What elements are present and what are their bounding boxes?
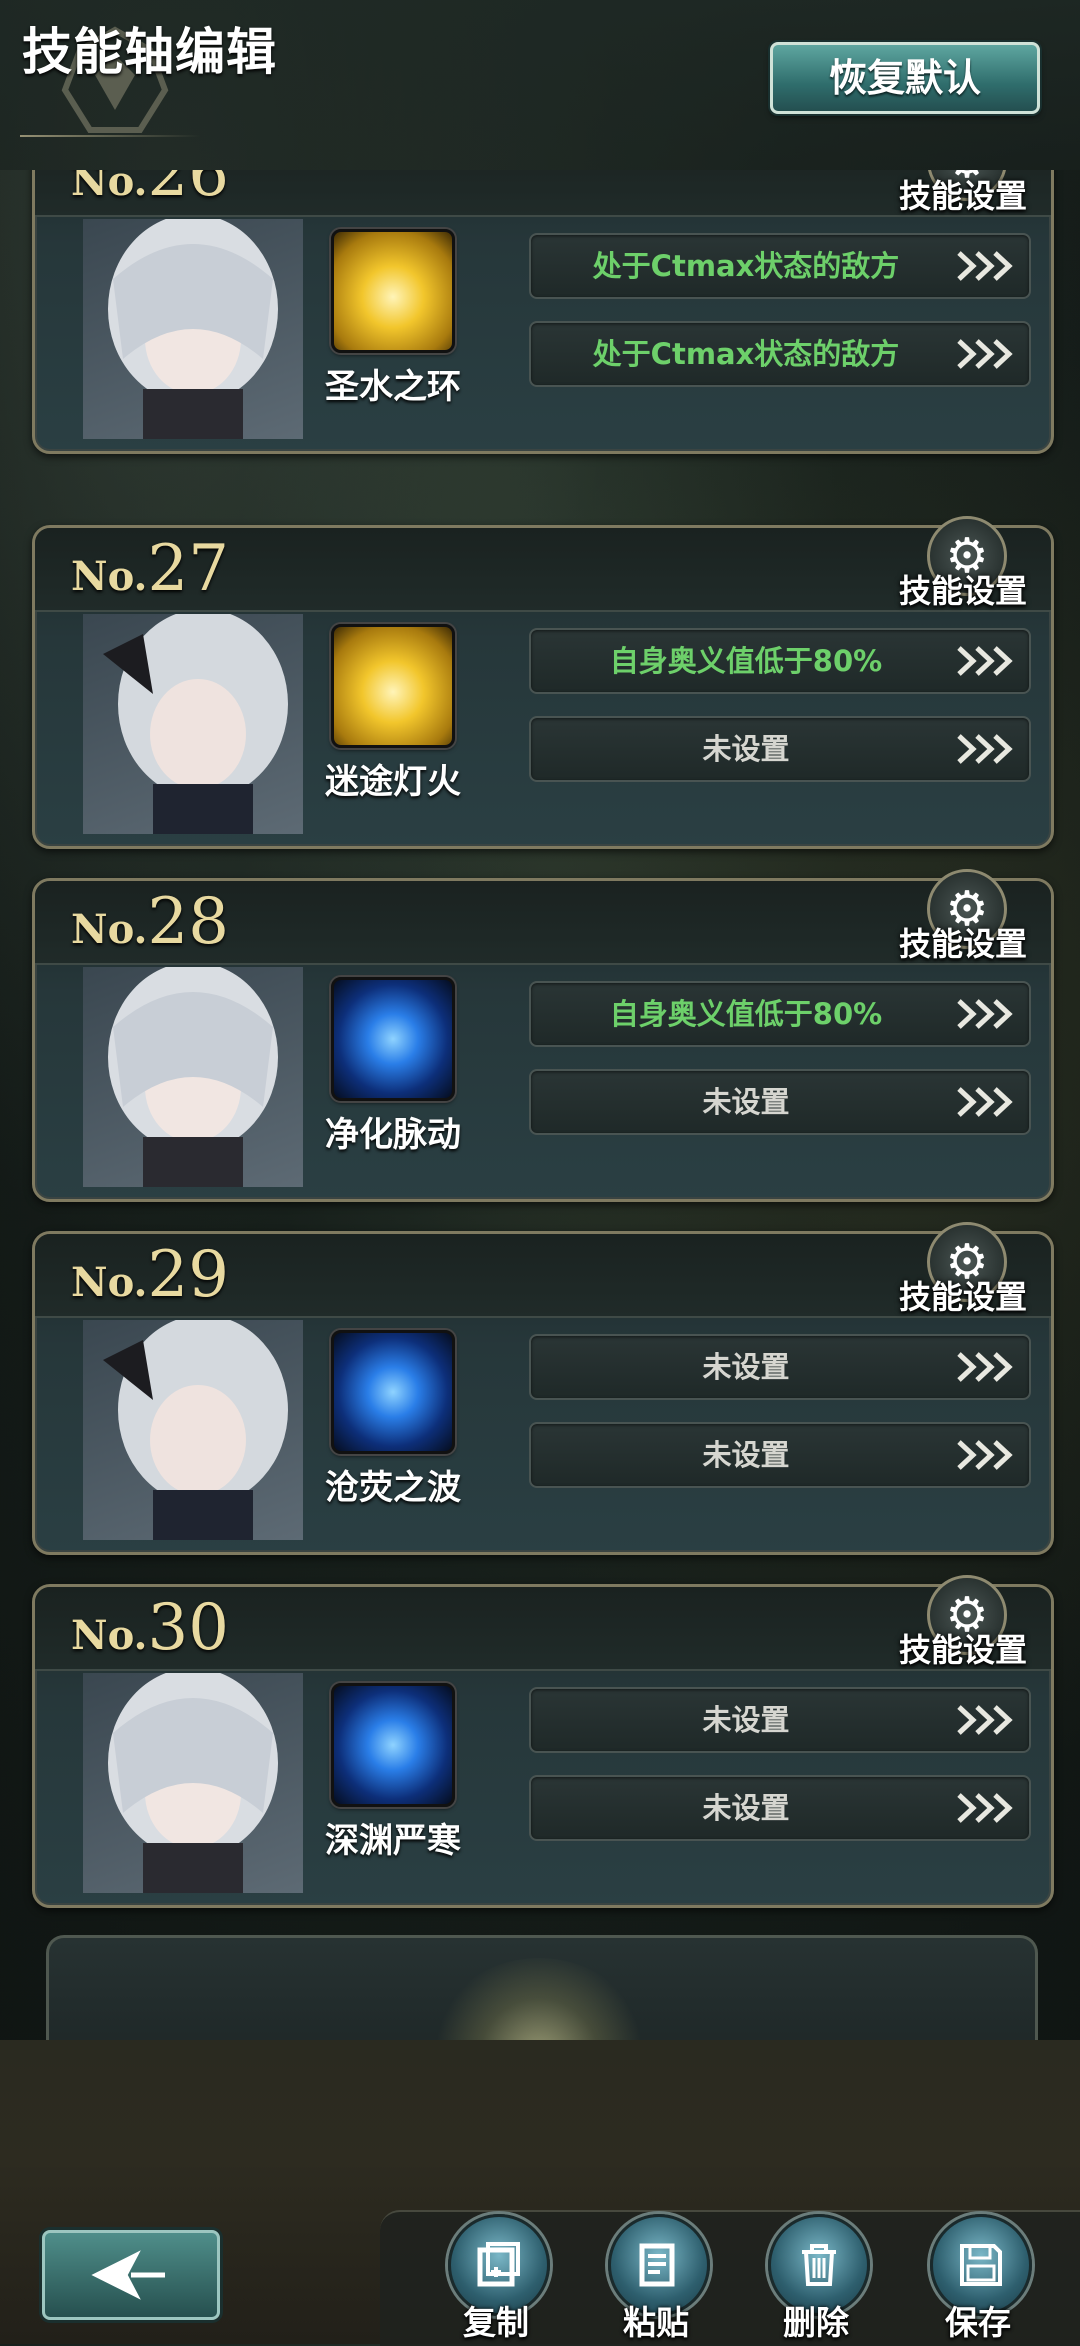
skill-name: 深渊严寒 [325,1821,461,1861]
triple-chevron-icon [957,999,1013,1029]
triple-chevron-icon [957,734,1013,764]
skill-card-30: No.30 ⚙ 技能设置 深渊严寒 未设置 未设置 [32,1575,1054,1908]
skill-settings-button[interactable]: 技能设置 [899,1272,1027,1318]
condition-1-button[interactable]: 自身奥义值低于80% [529,628,1031,694]
character-portrait [83,219,303,439]
condition-2-button[interactable]: 处于Ctmax状态的敌方 [529,321,1031,387]
condition-1-button[interactable]: 处于Ctmax状态的敌方 [529,233,1031,299]
skill-icon[interactable] [331,977,455,1101]
skill-icon[interactable] [331,229,455,353]
skill-name: 沧荧之波 [325,1468,461,1508]
condition-2-button[interactable]: 未设置 [529,1422,1031,1488]
add-skill-slot[interactable] [46,1935,1038,2048]
triple-chevron-icon [957,1793,1013,1823]
skill-name: 圣水之环 [325,367,461,407]
card-number: No.28 [71,885,229,959]
skill-icon[interactable] [331,624,455,748]
skill-card-29: No.29 ⚙ 技能设置 沧荧之波 未设置 未设置 [32,1222,1054,1555]
condition-text: 未设置 [702,1438,790,1472]
condition-2-button[interactable]: 未设置 [529,1775,1031,1841]
glow [429,1958,649,2048]
skill-name: 迷途灯火 [325,762,461,802]
skill-name: 净化脉动 [325,1115,461,1155]
condition-text: 未设置 [702,1085,790,1119]
skill-settings-button[interactable]: 技能设置 [899,566,1027,612]
header: 技能轴编辑 恢复默认 [0,0,1080,170]
skill-icon[interactable] [331,1683,455,1807]
condition-text: 自身奥义值低于80% [609,997,883,1031]
copy-button[interactable]: 复制 [436,2214,556,2344]
page-title: 技能轴编辑 [22,23,277,81]
skill-icon[interactable] [331,1330,455,1454]
card-number: No.30 [71,1591,229,1665]
condition-text: 未设置 [702,1791,790,1825]
skill-card-27: No.27 ⚙ 技能设置 迷途灯火 自身奥义值低于80% 未设置 [32,516,1054,849]
triple-chevron-icon [957,646,1013,676]
condition-2-button[interactable]: 未设置 [529,1069,1031,1135]
character-portrait [83,1673,303,1893]
condition-1-button[interactable]: 自身奥义值低于80% [529,981,1031,1047]
skill-card-list[interactable]: No.26 ⚙ 技能设置 圣水之环 处于Ctmax状态的敌方 处于Ctmax状态… [0,170,1080,2040]
skill-card-28: No.28 ⚙ 技能设置 净化脉动 自身奥义值低于80% 未设置 [32,869,1054,1202]
card-number: No.29 [71,1238,229,1312]
skill-settings-button[interactable]: 技能设置 [899,1625,1027,1671]
condition-1-button[interactable]: 未设置 [529,1334,1031,1400]
skill-settings-button[interactable]: 技能设置 [899,171,1027,217]
back-button[interactable] [42,2230,220,2320]
condition-text: 未设置 [702,732,790,766]
condition-text: 处于Ctmax状态的敌方 [592,337,900,371]
paste-button[interactable]: 粘贴 [596,2214,716,2344]
paste-label: 粘贴 [623,2303,689,2342]
title-divider [20,135,200,137]
character-portrait [83,967,303,1187]
bottom-toolbar: 复制 粘贴 删除 保存 [0,2040,1080,2346]
copy-label: 复制 [463,2303,529,2342]
save-label: 保存 [945,2303,1011,2342]
delete-button[interactable]: 删除 [756,2214,876,2344]
condition-2-button[interactable]: 未设置 [529,716,1031,782]
save-button[interactable]: 保存 [918,2214,1038,2344]
condition-text: 处于Ctmax状态的敌方 [592,249,900,283]
triple-chevron-icon [957,1440,1013,1470]
condition-text: 未设置 [702,1350,790,1384]
triple-chevron-icon [957,1705,1013,1735]
character-portrait [83,1320,303,1540]
triple-chevron-icon [957,1352,1013,1382]
back-arrow-icon [91,2250,165,2300]
condition-1-button[interactable]: 未设置 [529,1687,1031,1753]
character-portrait [83,614,303,834]
condition-text: 未设置 [702,1703,790,1737]
triple-chevron-icon [957,1087,1013,1117]
delete-label: 删除 [783,2303,849,2342]
reset-default-button[interactable]: 恢复默认 [770,42,1040,114]
card-number: No.26 [71,170,229,211]
triple-chevron-icon [957,251,1013,281]
skill-settings-button[interactable]: 技能设置 [899,919,1027,965]
triple-chevron-icon [957,339,1013,369]
card-number: No.27 [71,532,229,606]
skill-card-26: No.26 ⚙ 技能设置 圣水之环 处于Ctmax状态的敌方 处于Ctmax状态… [32,170,1054,454]
condition-text: 自身奥义值低于80% [609,644,883,678]
